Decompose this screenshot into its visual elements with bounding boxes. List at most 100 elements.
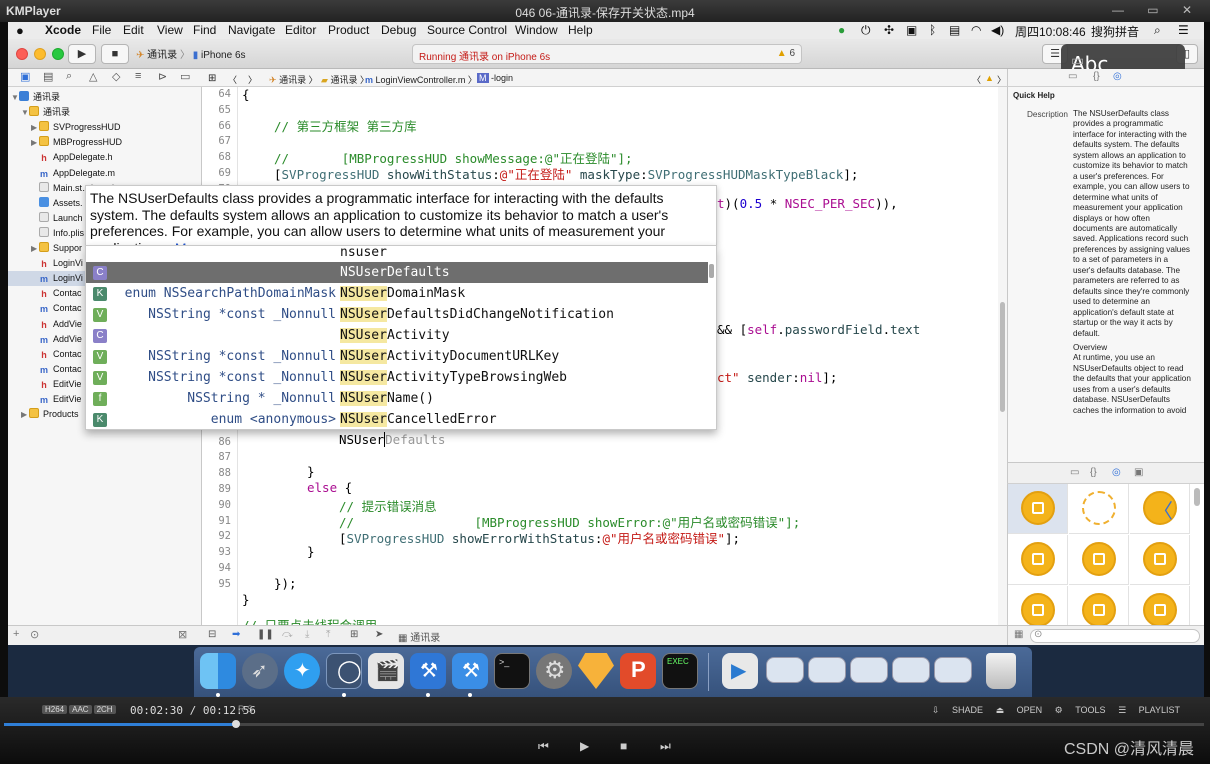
- menu-file[interactable]: File: [92, 23, 111, 37]
- notification-center-icon[interactable]: ☰: [1178, 23, 1189, 37]
- completion-item[interactable]: V NSString *const _Nonnull NSUserActivityD…: [86, 346, 708, 367]
- step-out-icon[interactable]: ⤒: [326, 629, 330, 640]
- playlist-button[interactable]: ☰ PLAYLIST: [1118, 705, 1180, 715]
- camera-icon[interactable]: ▣: [906, 23, 917, 37]
- disclosure-triangle-icon[interactable]: ▶: [31, 120, 39, 135]
- status-green-icon[interactable]: ●: [838, 23, 845, 37]
- breakpoint-navigator-icon[interactable]: ⊳: [158, 70, 167, 83]
- related-items-icon[interactable]: ⊞: [208, 73, 216, 84]
- window-close-button[interactable]: [16, 48, 28, 60]
- disclosure-triangle-icon[interactable]: ▶: [31, 241, 39, 256]
- open-button[interactable]: ⏏ OPEN: [996, 705, 1043, 715]
- xcode-icon[interactable]: ⚒: [410, 653, 446, 689]
- repeat-shuffle-indicator[interactable]: R S: [238, 704, 253, 714]
- volume-icon[interactable]: ◀): [991, 23, 1004, 37]
- input-method[interactable]: 搜狗拼音: [1091, 23, 1139, 40]
- menu-window[interactable]: Window: [515, 23, 558, 37]
- project-navigator-icon[interactable]: ▣: [20, 70, 30, 83]
- menu-product[interactable]: Product: [328, 23, 369, 37]
- minimized-window-4[interactable]: [892, 657, 930, 683]
- menu-editor[interactable]: Editor: [285, 23, 316, 37]
- process-target[interactable]: ▦ 通讯录: [398, 629, 440, 644]
- lock-icon[interactable]: ▤: [949, 23, 960, 37]
- jump-crumb-file[interactable]: m LoginViewController.m 〉: [365, 73, 477, 86]
- forward-arrow-icon[interactable]: 〉: [248, 73, 257, 86]
- menu-xcode[interactable]: Xcode: [45, 23, 81, 37]
- completion-item[interactable]: C NSUserDefaults: [86, 262, 708, 283]
- navigator-item[interactable]: h AppDelegate.h: [8, 150, 201, 165]
- test-navigator-icon[interactable]: ◇: [112, 70, 120, 83]
- completion-item[interactable]: f NSString * _Nonnull NSUserName(): [86, 388, 708, 409]
- file-template-library-icon[interactable]: ▭: [1070, 467, 1079, 478]
- minimized-window-3[interactable]: [850, 657, 888, 683]
- issue-navigator-icon[interactable]: △: [89, 70, 97, 83]
- jump-crumb-group[interactable]: ▰ 通讯录 〉: [321, 73, 369, 86]
- find-navigator-icon[interactable]: ⌕: [66, 70, 72, 83]
- completion-item[interactable]: Kenum <anonymous> NSUserCancelledError: [86, 409, 708, 429]
- prev-icon[interactable]: ⏮: [538, 739, 549, 754]
- media-player-icon[interactable]: ▶: [722, 653, 758, 689]
- bluetooth-icon[interactable]: ᛒ: [929, 23, 936, 37]
- window-minimize-button[interactable]: [34, 48, 46, 60]
- apple-menu-icon[interactable]: ●: [16, 23, 24, 38]
- movie-app-icon[interactable]: 🎬: [368, 653, 404, 689]
- menu-edit[interactable]: Edit: [123, 23, 144, 37]
- hide-debug-area-icon[interactable]: ⊟: [208, 629, 216, 640]
- terminal-icon[interactable]: >_: [494, 653, 530, 689]
- editor-scrollbar[interactable]: [998, 87, 1007, 625]
- minimized-window-1[interactable]: [766, 657, 804, 683]
- finder-icon[interactable]: [200, 653, 236, 689]
- jump-crumb-method[interactable]: M -login: [477, 73, 513, 83]
- window-zoom-button[interactable]: [52, 48, 64, 60]
- issue-next-icon[interactable]: 〉: [997, 73, 1006, 86]
- minimized-window-5[interactable]: [934, 657, 972, 683]
- launchpad-icon[interactable]: ➶: [242, 653, 278, 689]
- spotlight-search-icon[interactable]: ⌕: [1154, 23, 1161, 38]
- menu-view[interactable]: View: [157, 23, 183, 37]
- navigator-item[interactable]: ▼ 通讯录: [8, 90, 201, 105]
- recent-filter-icon[interactable]: ⊙: [30, 628, 39, 641]
- console-icon[interactable]: EXEC: [662, 653, 698, 689]
- menu-help[interactable]: Help: [568, 23, 593, 37]
- safari-icon[interactable]: ✦: [284, 653, 320, 689]
- library-filter-field[interactable]: ⊙: [1030, 629, 1200, 643]
- code-inspector-icon[interactable]: {}: [1093, 71, 1100, 82]
- library-item-view-controller[interactable]: [1008, 484, 1068, 534]
- breakpoints-toggle-icon[interactable]: ➡: [232, 629, 240, 640]
- shade-button[interactable]: ⇩ SHADE: [932, 705, 983, 715]
- play-icon[interactable]: ▶: [580, 739, 589, 753]
- quick-help-inspector-icon[interactable]: ◎: [1113, 71, 1122, 82]
- menubar-clock[interactable]: 周四10:08:46: [1015, 23, 1086, 40]
- library-item-split-view-controller[interactable]: [1008, 586, 1068, 625]
- completion-item[interactable]: Kenum NSSearchPathDomainMask NSUserDomain…: [86, 283, 708, 304]
- step-over-icon[interactable]: ⤼: [282, 629, 293, 640]
- navigator-item[interactable]: m AppDelegate.m: [8, 166, 201, 181]
- menu-find[interactable]: Find: [193, 23, 216, 37]
- back-arrow-icon[interactable]: 〈: [228, 73, 237, 86]
- wifi-icon[interactable]: ◠: [971, 23, 981, 37]
- navigator-item[interactable]: ▼ 通讯录: [8, 105, 201, 120]
- issue-warning-icon[interactable]: ▲: [985, 73, 994, 83]
- menu-navigate[interactable]: Navigate: [228, 23, 275, 37]
- grid-view-icon[interactable]: ▦: [1014, 629, 1023, 640]
- menu-source-control[interactable]: Source Control: [427, 23, 507, 37]
- simulator-icon[interactable]: ⚒: [452, 653, 488, 689]
- issue-prev-icon[interactable]: 〈: [972, 73, 981, 86]
- menu-debug[interactable]: Debug: [381, 23, 416, 37]
- add-file-icon[interactable]: +: [13, 628, 19, 640]
- media-library-icon[interactable]: ▣: [1134, 467, 1143, 478]
- scheme-selector[interactable]: ✈ 通讯录 〉 ▮ iPhone 6s: [136, 46, 246, 61]
- report-navigator-icon[interactable]: ▭: [180, 70, 190, 83]
- navigator-item[interactable]: ▶ MBProgressHUD: [8, 135, 201, 150]
- minimized-window-2[interactable]: [808, 657, 846, 683]
- step-in-icon[interactable]: ⤓: [305, 629, 309, 640]
- jump-crumb-project[interactable]: ✈ 通讯录 〉: [269, 73, 318, 86]
- library-item-glkit-view-controller[interactable]: [1130, 586, 1190, 625]
- file-inspector-icon[interactable]: ▭: [1068, 71, 1077, 82]
- trash-icon[interactable]: [986, 653, 1016, 689]
- disclosure-triangle-icon[interactable]: ▼: [11, 90, 19, 105]
- library-item-page-view-controller[interactable]: [1069, 586, 1129, 625]
- fan-icon[interactable]: ✣: [884, 23, 894, 37]
- system-preferences-icon[interactable]: ⚙: [536, 653, 572, 689]
- pause-icon[interactable]: ❚❚: [257, 629, 274, 640]
